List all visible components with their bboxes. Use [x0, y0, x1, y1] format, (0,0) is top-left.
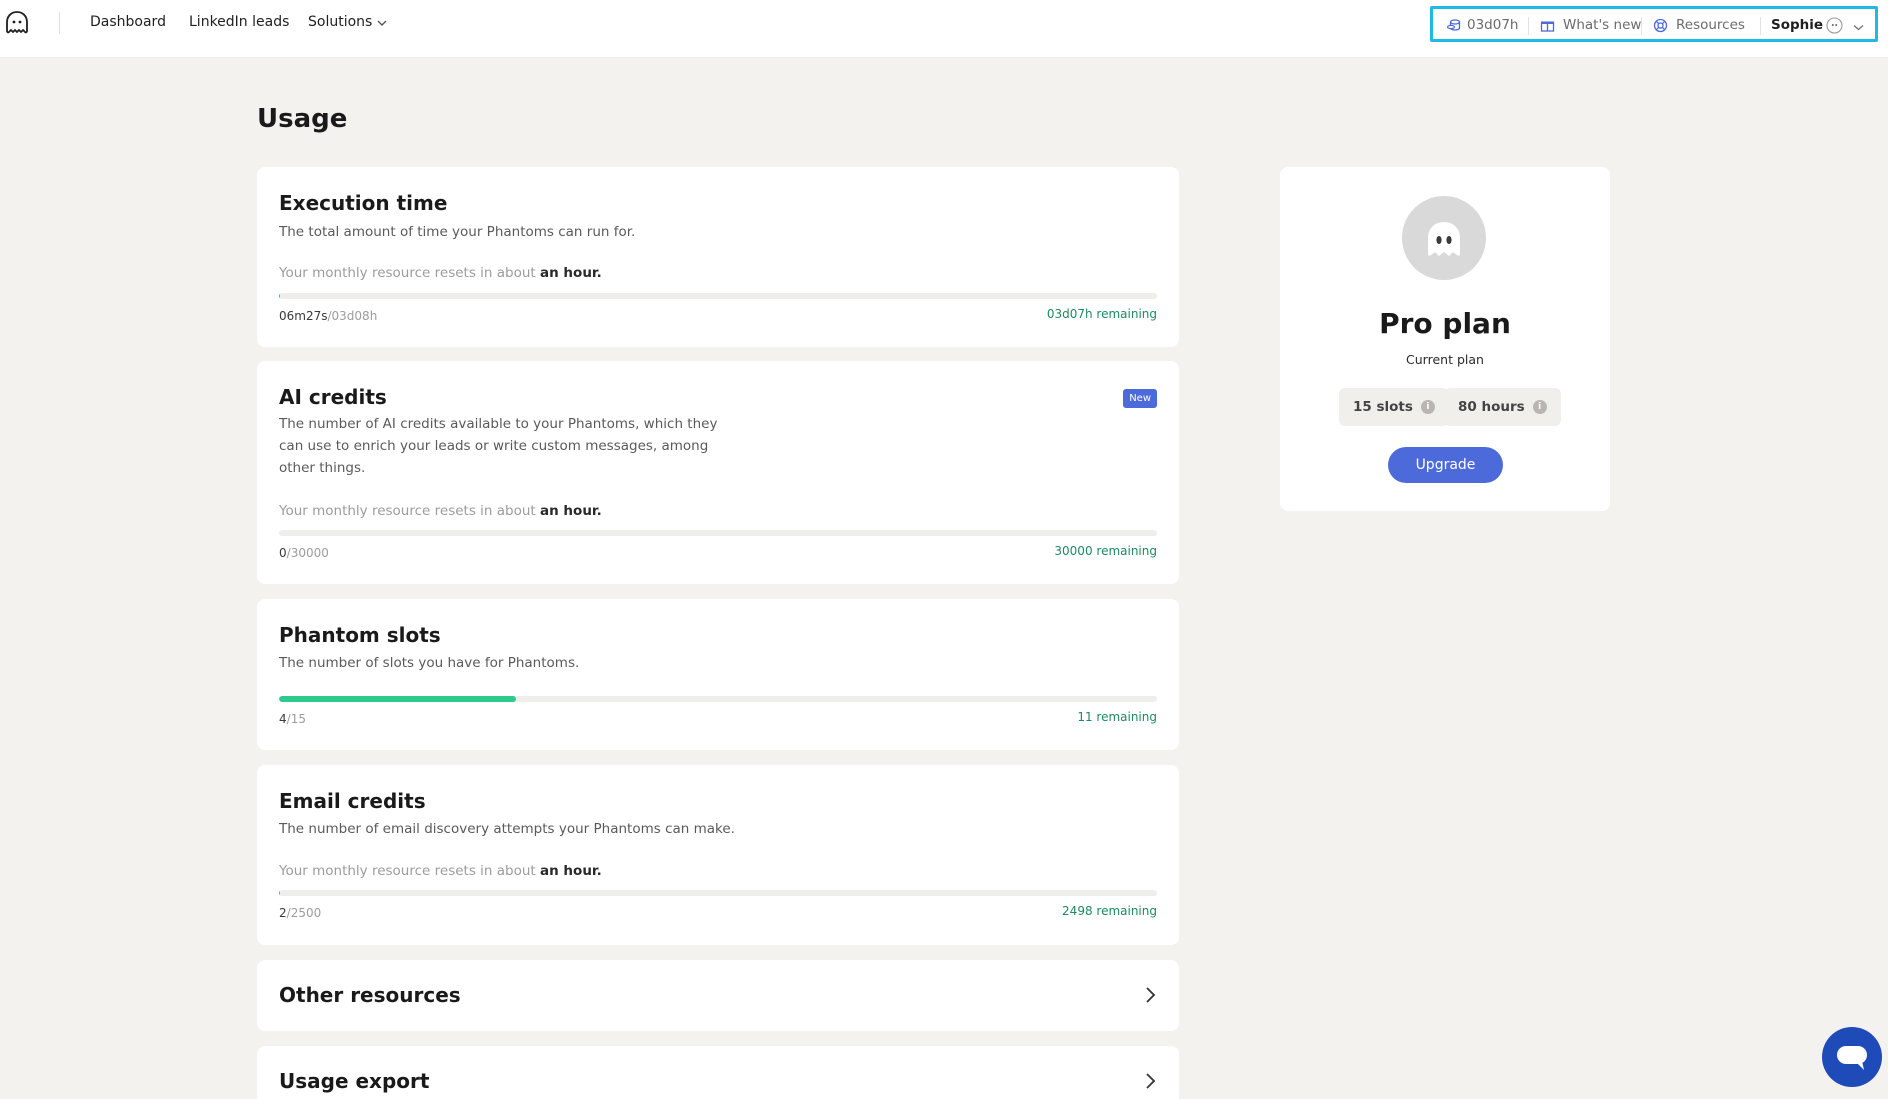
reset-prefix: Your monthly resource resets in about — [279, 265, 536, 281]
usage-used: 06m27s — [279, 309, 328, 323]
plan-card: Pro plan Current plan 15 slots i 80 hours… — [1280, 167, 1610, 511]
chevron-right-icon — [1146, 1073, 1156, 1089]
lifebuoy-icon — [1653, 18, 1668, 33]
account-toolbar: 03d07h What's new Resources Sophie — [1430, 6, 1878, 42]
progress-fill — [279, 890, 280, 896]
ai-credits-card: AI credits New The number of AI credits … — [257, 361, 1179, 584]
email-credits-card: Email credits The number of email discov… — [257, 765, 1179, 945]
coins-icon — [1446, 19, 1461, 31]
card-title: Usage export — [279, 1069, 430, 1093]
card-title: Email credits — [279, 789, 426, 813]
whats-new-link[interactable]: What's new — [1563, 17, 1641, 33]
usage-total: 2500 — [290, 906, 322, 920]
toolbar-divider — [1528, 17, 1529, 35]
resources-link[interactable]: Resources — [1676, 17, 1745, 33]
usage-total: 15 — [290, 712, 306, 726]
reset-time: an hour. — [540, 863, 602, 879]
reset-notice: Your monthly resource resets in about an… — [279, 863, 602, 879]
chevron-down-icon[interactable] — [377, 19, 387, 27]
plan-status: Current plan — [1406, 352, 1484, 367]
hours-label: 80 hours — [1458, 399, 1525, 415]
upgrade-button[interactable]: Upgrade — [1388, 447, 1503, 483]
ghost-icon — [1428, 222, 1460, 256]
usage-used: 0 — [279, 546, 287, 560]
progress-bar — [279, 530, 1157, 536]
card-description: The total amount of time your Phantoms c… — [279, 224, 636, 240]
reset-notice: Your monthly resource resets in about an… — [279, 503, 602, 519]
usage-count: 4/15 — [279, 712, 306, 726]
usage-total: 03d08h — [331, 309, 378, 323]
slots-label: 15 slots — [1353, 399, 1413, 415]
phantom-slots-card: Phantom slots The number of slots you ha… — [257, 599, 1179, 750]
card-title: Execution time — [279, 191, 448, 215]
nav-linkedin-leads[interactable]: LinkedIn leads — [189, 14, 289, 30]
execution-time-remaining[interactable]: 03d07h — [1467, 17, 1518, 33]
hours-pill: 80 hours i — [1444, 388, 1561, 426]
usage-count: 0/30000 — [279, 546, 329, 560]
reset-time: an hour. — [540, 265, 602, 281]
plan-name: Pro plan — [1379, 307, 1511, 340]
user-name[interactable]: Sophie — [1771, 17, 1823, 33]
phantom-logo-icon[interactable] — [4, 10, 30, 36]
usage-remaining: 30000 remaining — [1054, 544, 1157, 558]
other-resources-card[interactable]: Other resources — [257, 960, 1179, 1031]
card-title: Other resources — [279, 983, 461, 1007]
usage-remaining: 2498 remaining — [1062, 904, 1157, 918]
progress-bar — [279, 696, 1157, 702]
chat-widget-button[interactable] — [1822, 1027, 1882, 1087]
top-navbar: Dashboard LinkedIn leads Solutions 03d07… — [0, 0, 1888, 58]
chevron-down-icon[interactable] — [1853, 20, 1864, 35]
info-icon[interactable]: i — [1420, 400, 1435, 414]
nav-divider — [59, 12, 60, 34]
progress-bar — [279, 293, 1157, 299]
card-title: Phantom slots — [279, 623, 441, 647]
plan-avatar — [1402, 196, 1486, 280]
progress-bar — [279, 890, 1157, 896]
usage-export-card[interactable]: Usage export — [257, 1046, 1179, 1099]
reset-time: an hour. — [540, 503, 602, 519]
card-description: The number of AI credits available to yo… — [279, 416, 718, 476]
nav-dashboard[interactable]: Dashboard — [90, 14, 166, 30]
card-description: The number of email discovery attempts y… — [279, 821, 735, 837]
usage-remaining: 03d07h remaining — [1046, 307, 1157, 321]
nav-solutions[interactable]: Solutions — [308, 14, 372, 30]
card-title: AI credits — [279, 385, 387, 409]
card-description: The number of slots you have for Phantom… — [279, 655, 580, 671]
usage-used: 2 — [279, 906, 287, 920]
chat-bubble-icon — [1837, 1046, 1867, 1070]
toolbar-divider — [1641, 17, 1642, 35]
page-title: Usage — [257, 104, 348, 134]
gift-icon — [1540, 21, 1555, 32]
usage-total: 30000 — [290, 546, 329, 560]
progress-fill — [279, 293, 280, 299]
progress-fill — [279, 696, 517, 702]
user-avatar-icon[interactable] — [1826, 17, 1843, 34]
info-icon[interactable]: i — [1532, 400, 1547, 414]
usage-remaining: 11 remaining — [1077, 710, 1157, 724]
usage-count: 06m27s/03d08h — [279, 309, 378, 323]
reset-prefix: Your monthly resource resets in about — [279, 863, 536, 879]
chevron-right-icon — [1146, 987, 1156, 1003]
reset-prefix: Your monthly resource resets in about — [279, 503, 536, 519]
toolbar-divider — [1760, 17, 1761, 35]
usage-used: 4 — [279, 712, 287, 726]
slots-pill: 15 slots i — [1339, 388, 1449, 426]
usage-count: 2/2500 — [279, 906, 322, 920]
new-badge: New — [1123, 389, 1157, 408]
reset-notice: Your monthly resource resets in about an… — [279, 265, 602, 281]
execution-time-card: Execution time The total amount of time … — [257, 167, 1179, 347]
